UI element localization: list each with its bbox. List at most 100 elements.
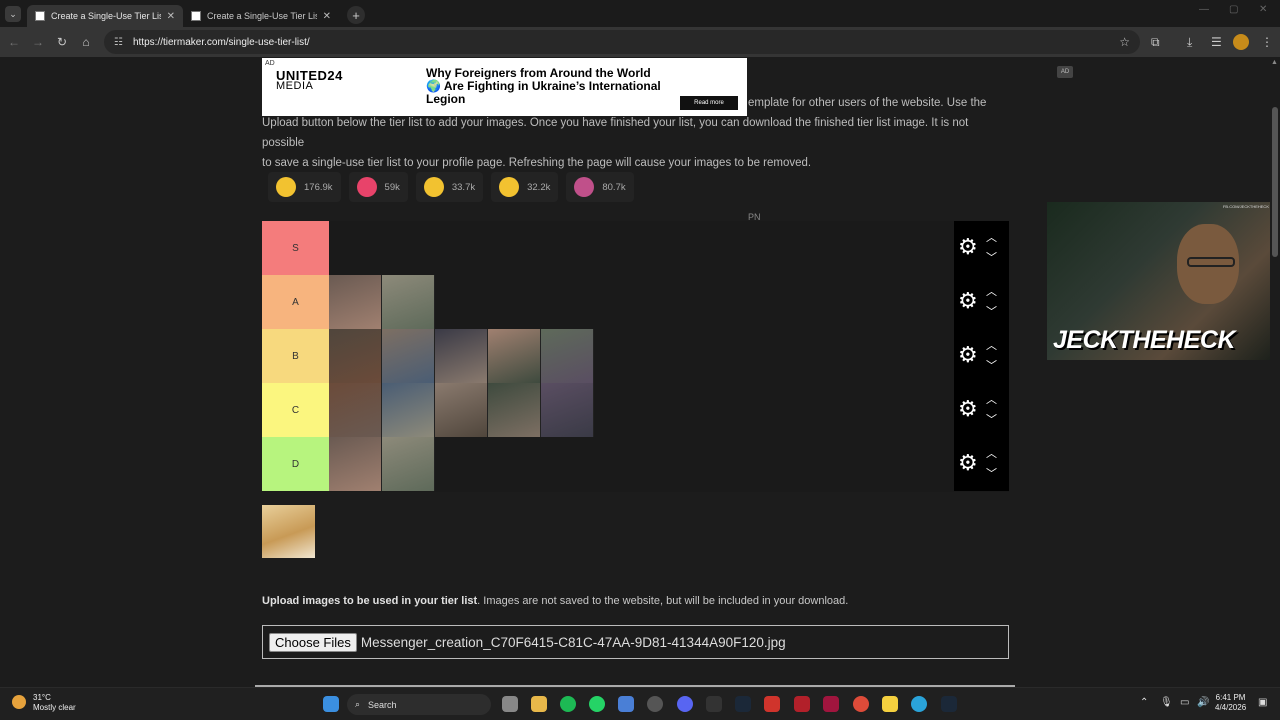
tier-items[interactable] (329, 329, 954, 383)
task-view-icon[interactable] (502, 696, 518, 712)
site-info-icon[interactable]: ☷ (114, 37, 123, 48)
new-tab-button[interactable]: + (347, 6, 365, 24)
tier-items[interactable] (329, 383, 954, 437)
clock[interactable]: 6:41 PM 4/4/2026 (1215, 693, 1246, 713)
tab-tiermaker-active[interactable]: Create a Single-Use Tier List (P ✕ (27, 5, 183, 27)
steam-icon[interactable] (735, 696, 751, 712)
tier-image[interactable] (329, 383, 382, 437)
tier-image[interactable] (382, 437, 435, 491)
tier-label[interactable]: D (262, 437, 329, 491)
tier-items[interactable] (329, 275, 954, 329)
volume-icon[interactable]: 🔊 (1197, 697, 1209, 708)
image-pool-doge[interactable] (262, 505, 315, 558)
reaction-button[interactable]: 80.7k (566, 172, 634, 202)
webcam-overlay: FB.COM/JECKTHEHECK JECKTHEHECK (1047, 202, 1275, 360)
scrollbar-thumb[interactable] (1272, 107, 1278, 257)
tier-image[interactable] (541, 329, 594, 383)
move-up-icon[interactable]: ︿ (986, 337, 997, 353)
file-explorer-icon[interactable] (531, 696, 547, 712)
move-up-icon[interactable]: ︿ (986, 229, 997, 245)
epic-games-icon[interactable] (706, 696, 722, 712)
steam-icon-2[interactable] (941, 696, 957, 712)
reaction-button[interactable]: 33.7k (415, 172, 484, 202)
tier-image[interactable] (435, 329, 488, 383)
app-icon[interactable] (618, 696, 634, 712)
back-icon[interactable]: ← (2, 35, 26, 49)
profile-avatar[interactable] (1233, 34, 1249, 50)
file-upload-input[interactable]: Choose Files Messenger_creation_C70F6415… (262, 625, 1009, 659)
app-b-icon[interactable] (794, 696, 810, 712)
tier-image[interactable] (382, 329, 435, 383)
reaction-button[interactable]: 176.9k (268, 172, 341, 202)
bookmark-star-icon[interactable]: ☆ (1119, 35, 1130, 49)
choose-files-button[interactable]: Choose Files (269, 632, 357, 652)
start-windows-icon[interactable] (323, 696, 339, 712)
gear-icon[interactable]: ⚙ (958, 290, 978, 312)
tier-image[interactable] (541, 383, 594, 437)
gear-icon[interactable]: ⚙ (958, 398, 978, 420)
minimize-icon[interactable]: — (1199, 4, 1209, 15)
obs-icon[interactable] (647, 696, 663, 712)
move-up-icon[interactable]: ︿ (986, 445, 997, 461)
tab-tiermaker-2[interactable]: Create a Single-Use Tier List (P ✕ (183, 5, 339, 27)
forward-icon[interactable]: → (26, 35, 50, 49)
move-up-icon[interactable]: ︿ (986, 283, 997, 299)
maximize-icon[interactable]: ▢ (1229, 4, 1238, 15)
tier-items[interactable] (329, 437, 954, 491)
gear-icon[interactable]: ⚙ (958, 344, 978, 366)
tier-image[interactable] (488, 383, 541, 437)
reload-icon[interactable]: ↻ (50, 35, 74, 49)
tier-items[interactable] (329, 221, 954, 275)
spotify-icon[interactable] (560, 696, 576, 712)
address-bar[interactable]: ☷ https://tiermaker.com/single-use-tier-… (104, 30, 1140, 54)
display-icon[interactable]: ▭ (1180, 697, 1189, 708)
tier-label[interactable]: S (262, 221, 329, 275)
menu-kebab-icon[interactable]: ⋮ (1261, 35, 1273, 49)
app-a-icon[interactable] (823, 696, 839, 712)
close-tab-icon[interactable]: ✕ (323, 11, 331, 22)
reaction-button[interactable]: 59k (348, 172, 408, 202)
tier-image[interactable] (382, 383, 435, 437)
tier-image[interactable] (382, 275, 435, 329)
tray-chevron-icon[interactable]: ⌃ (1140, 697, 1148, 708)
sticky-notes-icon[interactable] (882, 696, 898, 712)
move-down-icon[interactable]: ﹀ (986, 249, 997, 265)
page-scrollbar[interactable]: ▲ (1270, 57, 1280, 687)
tier-image[interactable] (329, 275, 382, 329)
reading-list-icon[interactable]: ☰ (1211, 35, 1222, 49)
scroll-up-icon[interactable]: ▲ (1271, 59, 1278, 66)
move-down-icon[interactable]: ﹀ (986, 357, 997, 373)
mic-icon[interactable]: 🎙 (1160, 697, 1173, 708)
download-icon[interactable]: ⤓ (1187, 35, 1192, 50)
close-tab-icon[interactable]: ✕ (167, 11, 175, 22)
tier-label[interactable]: B (262, 329, 329, 383)
whatsapp-icon[interactable] (589, 696, 605, 712)
tier-image[interactable] (435, 383, 488, 437)
toolbar: ← → ↻ ⌂ ☷ https://tiermaker.com/single-u… (0, 27, 1280, 57)
tier-row: C ⚙ ︿ ﹀ (262, 383, 1009, 437)
extensions-icon[interactable]: ⧉ (1151, 35, 1160, 50)
move-down-icon[interactable]: ﹀ (986, 411, 997, 427)
tab-search-icon[interactable]: ⌄ (5, 6, 21, 22)
app-red-icon[interactable] (764, 696, 780, 712)
tier-image[interactable] (329, 437, 382, 491)
move-down-icon[interactable]: ﹀ (986, 303, 997, 319)
chrome-icon[interactable] (853, 696, 869, 712)
tier-image[interactable] (329, 329, 382, 383)
close-window-icon[interactable]: ✕ (1259, 4, 1267, 15)
tier-image[interactable] (488, 329, 541, 383)
home-icon[interactable]: ⌂ (74, 35, 98, 49)
move-down-icon[interactable]: ﹀ (986, 465, 997, 481)
taskbar-search[interactable]: ⌕ Search (347, 694, 491, 715)
move-up-icon[interactable]: ︿ (986, 391, 997, 407)
gear-icon[interactable]: ⚙ (958, 452, 978, 474)
taskbar: 31°C Mostly clear ⌕ Search ⌃ 🎙 ▭ 🔊 6:41 P… (0, 687, 1280, 720)
tier-label[interactable]: C (262, 383, 329, 437)
poop-emoji-icon (574, 177, 595, 197)
reaction-button[interactable]: 32.2k (491, 172, 559, 202)
tier-label[interactable]: A (262, 275, 329, 329)
telegram-icon[interactable] (911, 696, 927, 712)
notification-icon[interactable]: ▣ (1258, 697, 1267, 708)
discord-icon[interactable] (677, 696, 693, 712)
gear-icon[interactable]: ⚙ (958, 236, 978, 258)
